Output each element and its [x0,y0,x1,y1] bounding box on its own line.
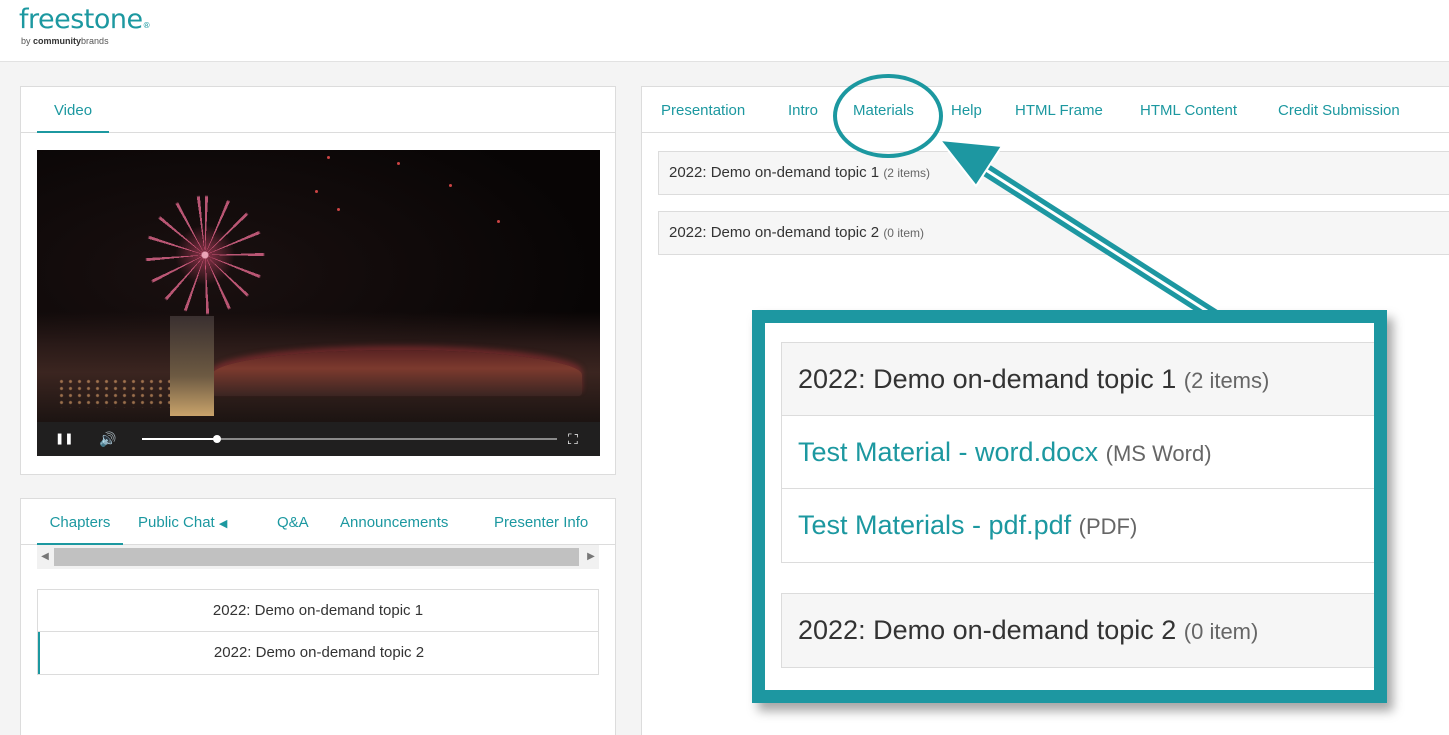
material-type: (MS Word) [1105,441,1212,466]
zoomed-group-header[interactable]: 2022: Demo on-demand topic 2 (0 item) [782,594,1374,667]
content-tab-bar: Presentation Intro Materials Help HTML F… [642,87,1449,133]
chapter-item[interactable]: 2022: Demo on-demand topic 1 [38,590,598,632]
video-panel: Video ❚❚ 🔊 ⛶ [20,86,616,475]
tab-public-chat-label: Public Chat [138,514,215,531]
material-link[interactable]: Test Material - word.docx [798,437,1098,467]
chapters-panel: Chapters Public Chat ◀ Q&A Announcements… [20,498,616,735]
spark [449,184,452,187]
top-bar: freestone® by communitybrands [0,0,1449,62]
logo-tagline: by communitybrands [21,36,109,46]
tab-html-frame[interactable]: HTML Frame [1015,87,1103,133]
video-player[interactable]: ❚❚ 🔊 ⛶ [37,150,600,456]
zoomed-material-group: 2022: Demo on-demand topic 1 (2 items) T… [781,342,1374,563]
tab-public-chat[interactable]: Public Chat ◀ [138,499,227,545]
material-item: Test Material - word.docx (MS Word) [782,416,1374,489]
spark [315,190,318,193]
chat-collapse-arrow-icon: ◀ [218,518,228,530]
item-count: (0 item) [1183,619,1259,644]
chapter-list: 2022: Demo on-demand topic 1 2022: Demo … [37,589,599,675]
material-group-header[interactable]: 2022: Demo on-demand topic 1 (2 items) [658,151,1449,195]
video-tab-bar: Video [21,87,615,133]
tab-chapters[interactable]: Chapters [37,499,123,545]
volume-icon[interactable]: 🔊 [99,422,116,456]
scroll-left-icon[interactable]: ◀ [37,545,53,569]
materials-zoom-callout: 2022: Demo on-demand topic 1 (2 items) T… [752,310,1387,703]
tab-presentation[interactable]: Presentation [661,87,745,133]
tab-video[interactable]: Video [37,87,109,133]
pause-icon[interactable]: ❚❚ [55,422,73,456]
material-type: (PDF) [1078,514,1138,539]
tab-announcements[interactable]: Announcements [340,499,448,545]
seek-handle[interactable] [212,435,221,443]
freestone-logo[interactable]: freestone® by communitybrands [19,4,151,46]
tab-qa[interactable]: Q&A [277,499,309,545]
spark [327,156,330,159]
item-count: (2 items) [883,166,930,180]
zoomed-material-group: 2022: Demo on-demand topic 2 (0 item) [781,593,1374,668]
spark [337,208,340,211]
fullscreen-icon[interactable]: ⛶ [568,422,578,456]
logo-name: freestone [19,4,143,35]
firework-burst [145,195,265,315]
material-item: Test Materials - pdf.pdf (PDF) [782,489,1374,562]
seek-bar[interactable] [142,435,557,443]
scroll-right-icon[interactable]: ▶ [583,545,599,569]
scrollbar-thumb[interactable] [54,548,579,566]
video-controls: ❚❚ 🔊 ⛶ [37,422,600,456]
spark [497,220,500,223]
tab-help[interactable]: Help [951,87,982,133]
item-count: (0 item) [883,226,924,240]
zoomed-group-header[interactable]: 2022: Demo on-demand topic 1 (2 items) [782,343,1374,416]
tab-html-content[interactable]: HTML Content [1140,87,1237,133]
materials-highlight-circle [833,74,943,158]
tab-presenter-info[interactable]: Presenter Info [494,499,588,545]
seek-progress [142,438,217,440]
chapter-item-selected[interactable]: 2022: Demo on-demand topic 2 [38,632,598,674]
lit-tower [170,316,214,416]
material-group-header[interactable]: 2022: Demo on-demand topic 2 (0 item) [658,211,1449,255]
tab-credit-submission[interactable]: Credit Submission [1278,87,1400,133]
stadium [212,350,582,396]
spark [397,162,400,165]
material-link[interactable]: Test Materials - pdf.pdf [798,510,1071,540]
logo-registered-mark: ® [142,21,151,30]
tab-intro[interactable]: Intro [788,87,818,133]
horizontal-scrollbar[interactable]: ◀ ▶ [37,545,599,569]
chapters-tab-bar: Chapters Public Chat ◀ Q&A Announcements… [21,499,615,545]
item-count: (2 items) [1183,368,1270,393]
